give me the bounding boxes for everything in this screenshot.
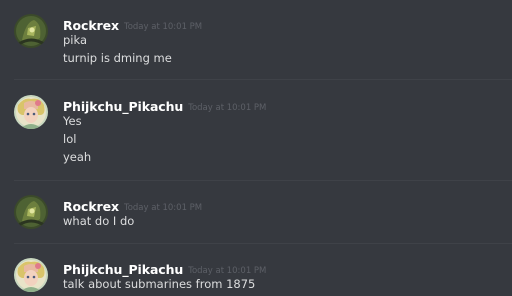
timestamp: Today at 10:01 PM [188,266,267,276]
message-header: Phijkchu_Pikachu Today at 10:01 PM [63,96,266,115]
message-header: Phijkchu_Pikachu Today at 10:01 PM [63,259,266,278]
timestamp: Today at 10:01 PM [123,22,203,32]
message-text: lol [63,132,77,146]
message-header: Rockrex Today at 10:01 PM [63,196,202,215]
message-text: pika [63,33,87,47]
chat-message-list: Rockrex Today at 10:01 PM pika turnip is … [0,0,512,296]
pikachu-avatar-icon[interactable] [14,95,48,129]
message-divider [14,79,512,80]
timestamp: Today at 10:01 PM [188,103,267,113]
message-text: turnip is dming me [63,51,172,65]
username[interactable]: Rockrex [63,199,119,214]
rockrex-avatar-icon[interactable] [14,14,48,48]
message-text: Yes [63,114,82,128]
message-text: talk about submarines from 1875 [63,277,256,291]
username[interactable]: Phijkchu_Pikachu [63,99,183,114]
message-divider [14,243,512,244]
pikachu-avatar-icon[interactable] [14,258,48,292]
message-divider [14,180,512,181]
rockrex-avatar-icon[interactable] [14,195,48,229]
message-text: yeah [63,150,92,164]
message-header: Rockrex Today at 10:01 PM [63,15,202,34]
username[interactable]: Rockrex [63,18,119,33]
timestamp: Today at 10:01 PM [123,203,203,213]
username[interactable]: Phijkchu_Pikachu [63,262,183,277]
message-text: what do I do [63,214,135,228]
